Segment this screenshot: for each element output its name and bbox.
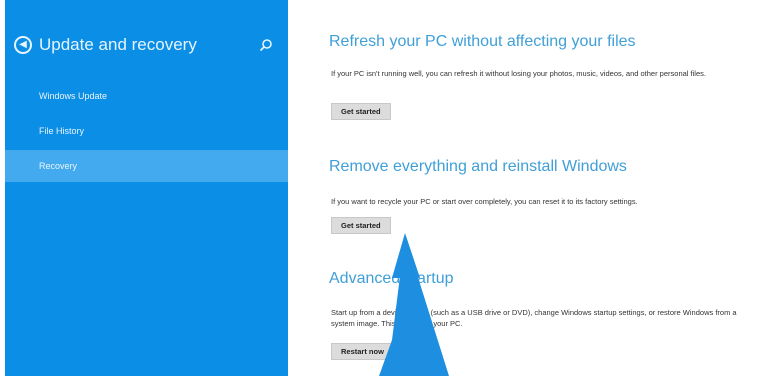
sidebar-item-label: Windows Update [39, 91, 108, 101]
search-icon[interactable] [259, 38, 273, 52]
sidebar-item-file-history[interactable]: File History [5, 115, 288, 147]
advanced-startup-description: Start up from a device or disc (such as … [331, 308, 737, 328]
sidebar-item-label: Recovery [39, 161, 78, 171]
sidebar-item-recovery[interactable]: Recovery [5, 150, 288, 182]
reset-pc-description: If you want to recycle your PC or start … [331, 197, 638, 206]
restart-now-button[interactable]: Restart now [331, 343, 394, 360]
sidebar-item-label: File History [39, 126, 85, 136]
sidebar-item-windows-update[interactable]: Windows Update [5, 80, 288, 112]
refresh-pc-description: If your PC isn't running well, you can r… [331, 69, 706, 78]
advanced-startup-heading: Advanced startup [329, 270, 454, 287]
sidebar: ◀ Update and recovery Windows Update Fil… [5, 0, 288, 376]
sidebar-title: Update and recovery [39, 35, 197, 54]
back-arrow-icon[interactable]: ◀ [14, 36, 32, 54]
reset-get-started-button[interactable]: Get started [331, 217, 391, 234]
refresh-pc-heading: Refresh your PC without affecting your f… [329, 33, 636, 50]
reset-pc-heading: Remove everything and reinstall Windows [329, 158, 627, 175]
main-content: Refresh your PC without affecting your f… [288, 0, 768, 376]
refresh-get-started-button[interactable]: Get started [331, 103, 391, 120]
sidebar-header: ◀ Update and recovery [14, 34, 279, 56]
